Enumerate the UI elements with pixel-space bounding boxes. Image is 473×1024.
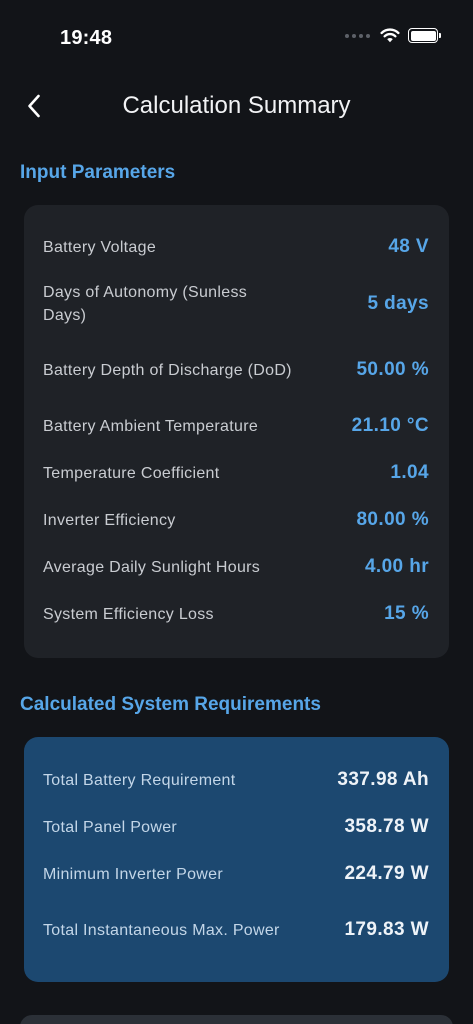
input-row-temperature-coefficient: Temperature Coefficient 1.04 [43, 461, 429, 485]
next-card-peek [20, 1015, 453, 1024]
input-label: Battery Voltage [43, 238, 157, 256]
result-row-total-panel-power: Total Panel Power 358.78 W [43, 815, 429, 839]
battery-icon [408, 28, 441, 43]
input-row-daily-sunlight-hours: Average Daily Sunlight Hours 4.00 hr [43, 555, 429, 579]
result-value: 179.83 W [344, 919, 429, 940]
input-row-battery-voltage: Battery Voltage 48 V [43, 235, 429, 259]
input-row-depth-of-discharge: Battery Depth of Discharge (DoD) 50.00 % [43, 347, 429, 393]
input-label: Temperature Coefficient [43, 464, 220, 482]
result-label: Total Instantaneous Max. Power [43, 921, 280, 939]
result-value: 358.78 W [344, 816, 429, 837]
calculation-summary-screen: 19:48 Calculation Summary Input Paramete… [0, 0, 473, 1024]
input-value: 15 % [384, 603, 429, 624]
input-row-inverter-efficiency: Inverter Efficiency 80.00 % [43, 508, 429, 532]
input-label: Battery Ambient Temperature [43, 417, 259, 435]
input-label: Days of Autonomy (Sunless Days) [43, 284, 248, 324]
input-row-system-efficiency-loss: System Efficiency Loss 15 % [43, 602, 429, 626]
input-value: 21.10 °C [351, 415, 429, 436]
input-value: 50.00 % [356, 359, 429, 380]
wifi-icon [380, 28, 400, 43]
result-row-minimum-inverter-power: Minimum Inverter Power 224.79 W [43, 862, 429, 886]
calculated-requirements-card: Total Battery Requirement 337.98 Ah Tota… [24, 737, 449, 982]
result-value: 224.79 W [344, 863, 429, 884]
input-value: 48 V [388, 236, 429, 257]
result-row-total-battery: Total Battery Requirement 337.98 Ah [43, 768, 429, 792]
input-value: 4.00 hr [364, 556, 429, 577]
input-value: 80.00 % [356, 509, 429, 530]
input-row-days-of-autonomy: Days of Autonomy (Sunless Days) 5 days [43, 281, 429, 327]
status-icons [345, 28, 441, 43]
navigation-bar: Calculation Summary [0, 78, 473, 138]
result-label: Minimum Inverter Power [43, 865, 223, 883]
signal-icon [345, 33, 370, 38]
status-time: 19:48 [60, 27, 113, 49]
page-title: Calculation Summary [122, 92, 351, 119]
input-parameters-card: Battery Voltage 48 V Days of Autonomy (S… [24, 205, 449, 658]
input-parameters-heading: Input Parameters [20, 162, 176, 183]
input-value: 5 days [367, 293, 429, 314]
calculated-requirements-heading: Calculated System Requirements [20, 694, 321, 715]
input-label: Inverter Efficiency [43, 511, 176, 529]
result-value: 337.98 Ah [337, 769, 429, 790]
result-label: Total Battery Requirement [43, 771, 236, 789]
input-value: 1.04 [390, 462, 429, 483]
input-row-ambient-temperature: Battery Ambient Temperature 21.10 °C [43, 414, 429, 438]
input-label: Battery Depth of Discharge (DoD) [43, 361, 292, 379]
status-bar: 19:48 [0, 0, 473, 60]
result-row-instantaneous-max-power: Total Instantaneous Max. Power 179.83 W [43, 907, 429, 953]
input-label: System Efficiency Loss [43, 605, 214, 623]
input-label: Average Daily Sunlight Hours [43, 558, 261, 576]
result-label: Total Panel Power [43, 818, 178, 836]
